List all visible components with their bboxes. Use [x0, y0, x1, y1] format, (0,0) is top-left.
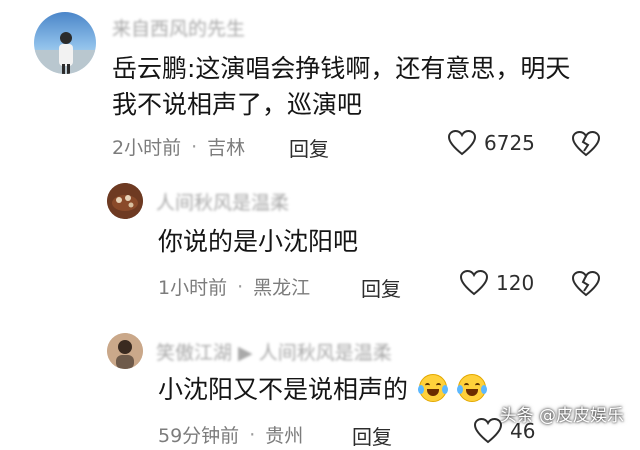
avatar-photo [34, 32, 96, 74]
laughing-crying-emoji [456, 374, 487, 402]
laughing-crying-emoji [417, 374, 448, 402]
comment-text: 小沈阳又不是说相声的 [158, 371, 487, 409]
broken-heart-icon [571, 130, 601, 157]
like-button[interactable]: 120 [460, 270, 534, 296]
avatar[interactable] [34, 12, 96, 74]
avatar[interactable] [107, 333, 143, 369]
comment-meta: 1小时前 · 黑龙江 [158, 273, 310, 300]
comment-meta: 59分钟前 · 贵州 [158, 421, 303, 448]
comment-location: 贵州 [265, 425, 304, 447]
comment-time: 2小时前 [112, 137, 182, 159]
reply-button[interactable]: 回复 [289, 133, 329, 162]
comment-author[interactable]: 来自西风的先生 [112, 14, 245, 41]
reply-button[interactable]: 回复 [352, 421, 392, 450]
comment-time: 1小时前 [158, 277, 228, 299]
comment-text-line: 你说的是小沈阳吧 [158, 227, 359, 256]
dislike-button[interactable] [571, 130, 601, 161]
comment-text-line: 岳云鹏:这演唱会挣钱啊，还有意思，明天 [112, 54, 571, 83]
comment-meta: 2小时前 · 吉林 [112, 133, 245, 160]
separator-dot: · [237, 275, 244, 298]
separator-dot: · [249, 423, 256, 446]
comment-time: 59分钟前 [158, 425, 240, 447]
like-count: 6725 [484, 131, 535, 155]
heart-outline-icon [474, 418, 502, 444]
avatar[interactable] [107, 183, 143, 219]
like-count: 120 [496, 271, 535, 295]
comment-location: 黑龙江 [253, 277, 311, 299]
avatar-photo [107, 183, 143, 219]
comment-1: 来自西风的先生 岳云鹏:这演唱会挣钱啊，还有意思，明天 我不说相声了，巡演吧 2… [0, 0, 640, 165]
comment-location: 吉林 [207, 137, 246, 159]
comment-text-line: 小沈阳又不是说相声的 [158, 375, 409, 404]
comment-author[interactable]: 笑傲江湖 ▶ 人间秋风是温柔 [156, 338, 392, 365]
comment-2: 人间秋风是温柔 你说的是小沈阳吧 1小时前 · 黑龙江 回复 120 [0, 165, 640, 305]
comment-author[interactable]: 人间秋风是温柔 [156, 188, 289, 215]
dislike-button[interactable] [571, 270, 601, 301]
like-button[interactable]: 6725 [448, 130, 535, 156]
reply-button[interactable]: 回复 [361, 273, 401, 302]
broken-heart-icon [571, 270, 601, 297]
heart-outline-icon [448, 130, 476, 156]
avatar-photo [107, 333, 143, 369]
heart-outline-icon [460, 270, 488, 296]
comment-text-line: 我不说相声了，巡演吧 [112, 90, 363, 119]
separator-dot: · [191, 135, 198, 158]
watermark: 头条 @皮皮娱乐 [499, 406, 624, 426]
